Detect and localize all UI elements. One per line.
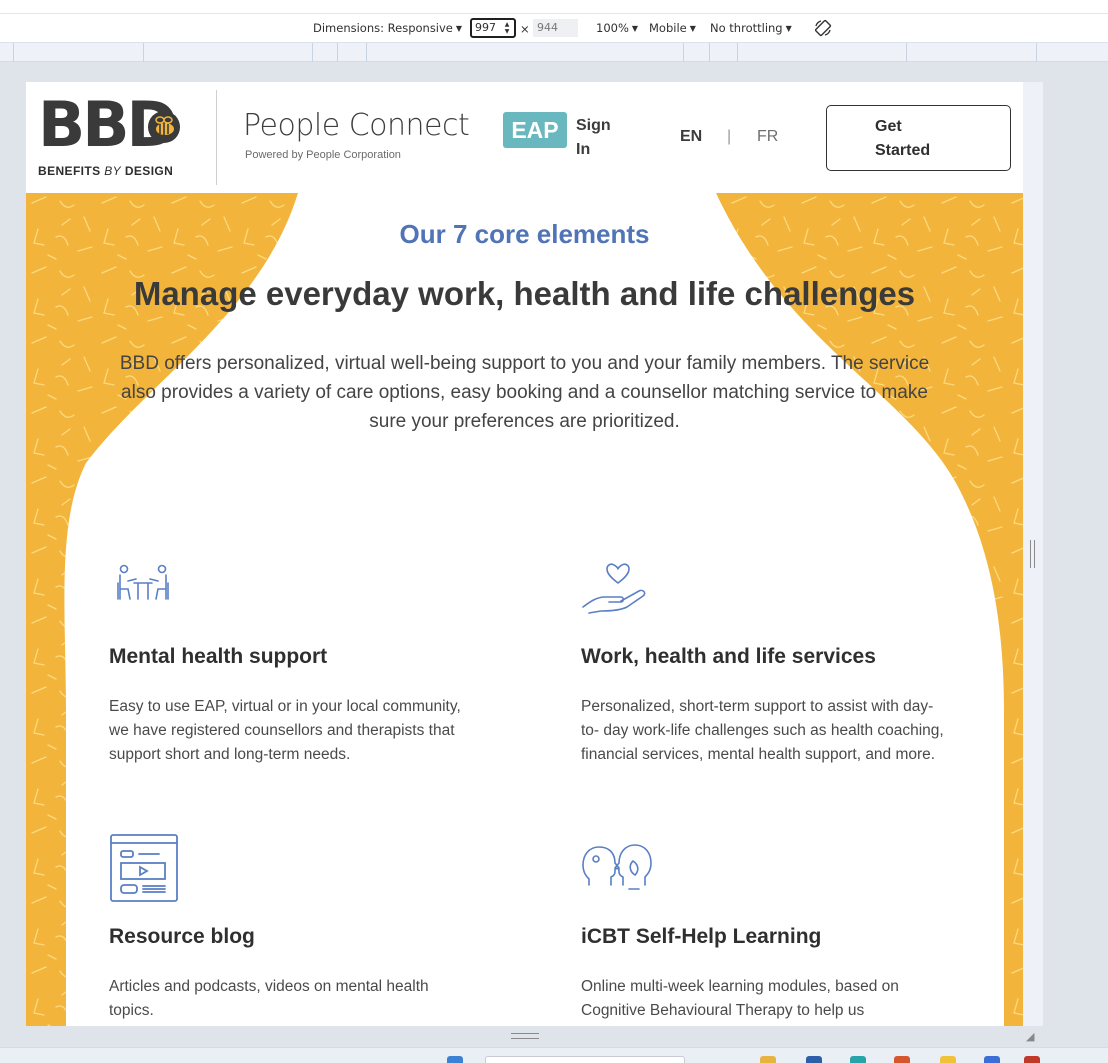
app-icon[interactable] xyxy=(806,1056,822,1063)
app-icon[interactable] xyxy=(850,1056,866,1063)
zoom-dropdown[interactable]: 100% ▼ xyxy=(596,21,638,35)
feature-text-resource-blog: Articles and podcasts, videos on mental … xyxy=(109,978,429,1019)
resize-handle-bottom[interactable] xyxy=(511,1033,539,1039)
height-input[interactable]: 944 xyxy=(533,19,578,37)
feature-text-icbt: Online multi-week learning modules, base… xyxy=(581,978,899,1019)
lang-fr-link[interactable]: FR xyxy=(757,128,778,146)
feature-title-icbt: iCBT Self-Help Learning xyxy=(581,925,822,948)
eap-badge: EAP xyxy=(503,112,567,148)
caret-down-icon: ▼ xyxy=(455,24,463,33)
browser-top-strip xyxy=(0,0,1108,14)
powered-by: Powered by People Corporation xyxy=(245,149,401,161)
caret-down-icon: ▼ xyxy=(689,24,696,33)
folder-icon[interactable] xyxy=(760,1056,776,1063)
device-label: Mobile xyxy=(649,21,687,35)
tagline-benefits: BENEFITS xyxy=(38,164,101,178)
feature-title-work-health-life: Work, health and life services xyxy=(581,645,876,668)
taskbar-search[interactable] xyxy=(485,1056,685,1063)
section-lead: BBD offers personalized, virtual well-be… xyxy=(119,353,930,432)
bee-icon xyxy=(148,111,180,143)
media-query-bar[interactable] xyxy=(0,42,1108,62)
zoom-label: 100% xyxy=(596,21,629,35)
tagline-by: BY xyxy=(104,164,122,178)
feature-title-resource-blog: Resource blog xyxy=(109,925,255,948)
throttling-dropdown[interactable]: No throttling ▼ xyxy=(710,21,792,35)
width-input[interactable]: 997 ▲ ▼ xyxy=(470,18,516,38)
lang-separator: | xyxy=(727,128,732,145)
rotate-icon[interactable] xyxy=(813,18,833,38)
sign-in-link[interactable]: Sign In xyxy=(576,114,626,162)
heart-in-hand-icon xyxy=(582,563,646,614)
taskbar xyxy=(0,1047,1108,1063)
throttling-label: No throttling xyxy=(710,21,783,35)
resize-handle-right[interactable] xyxy=(1030,540,1035,568)
start-icon[interactable] xyxy=(447,1056,463,1063)
spinner-icon[interactable]: ▲ ▼ xyxy=(502,21,512,35)
resize-corner-icon[interactable]: ◢ xyxy=(1026,1030,1034,1043)
get-started-label: Get Started xyxy=(875,118,931,159)
app-icon[interactable] xyxy=(894,1056,910,1063)
feature-text-work-health-life: Personalized, short-term support to assi… xyxy=(581,698,944,763)
product-name: People Connect xyxy=(243,108,470,143)
tagline-design: DESIGN xyxy=(124,164,174,178)
feature-title-mental-health: Mental health support xyxy=(109,645,328,668)
media-browser-icon xyxy=(110,834,178,902)
app-icon[interactable] xyxy=(940,1056,956,1063)
two-heads-icon xyxy=(582,844,652,890)
caret-down-icon: ▼ xyxy=(785,24,792,33)
core-elements-section: Our 7 core elements Manage everyday work… xyxy=(26,193,1023,1026)
app-icon[interactable] xyxy=(984,1056,1000,1063)
header-divider xyxy=(216,90,217,185)
logo-tagline: BENEFITS BY DESIGN xyxy=(38,164,173,178)
section-eyebrow: Our 7 core elements xyxy=(399,219,650,249)
feature-text-mental-health: Easy to use EAP, virtual or in your loca… xyxy=(109,698,461,763)
times-sign: × xyxy=(520,22,530,36)
device-dropdown[interactable]: Mobile ▼ xyxy=(649,21,696,35)
caret-down-icon: ▼ xyxy=(631,24,639,33)
app-icon[interactable] xyxy=(1024,1056,1040,1063)
width-value: 997 xyxy=(475,21,496,34)
dimensions-dropdown[interactable]: Dimensions: Responsive ▼ xyxy=(313,21,462,35)
emulated-viewport: BBD BENEFITS BY DESIGN People Connect EA… xyxy=(26,82,1023,1026)
counselling-session-icon xyxy=(117,564,169,600)
device-toolbar: Dimensions: Responsive ▼ 997 ▲ ▼ × 944 100… xyxy=(0,14,1108,42)
section-heading: Manage everyday work, health and life ch… xyxy=(133,275,916,312)
lang-en-link[interactable]: EN xyxy=(680,128,702,146)
site-header: BBD BENEFITS BY DESIGN People Connect EA… xyxy=(26,82,1023,193)
dimensions-label: Dimensions: Responsive xyxy=(313,21,453,35)
get-started-button[interactable]: Get Started xyxy=(826,105,1011,171)
